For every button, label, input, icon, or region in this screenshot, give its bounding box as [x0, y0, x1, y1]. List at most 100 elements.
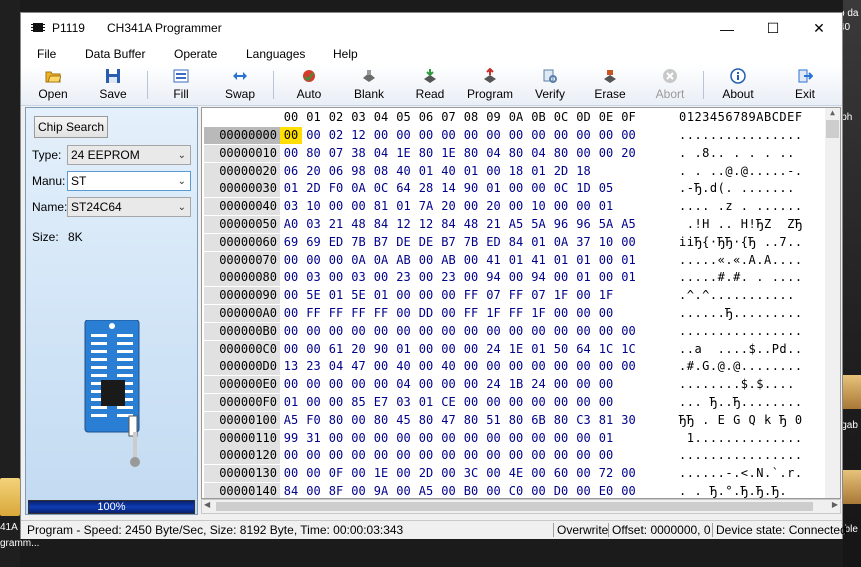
hex-byte[interactable]: 00 — [415, 287, 437, 304]
hex-byte[interactable]: 00 — [483, 163, 505, 180]
hex-byte[interactable]: 99 — [280, 430, 302, 447]
hex-byte[interactable]: 01 — [573, 252, 595, 269]
hex-byte[interactable]: 00 — [303, 127, 325, 144]
hex-byte[interactable]: 96 — [550, 216, 572, 233]
hex-byte[interactable]: 6B — [528, 412, 550, 429]
hex-byte[interactable]: 20 — [438, 198, 460, 215]
hex-byte[interactable]: 61 — [325, 341, 347, 358]
hex-byte[interactable]: 84 — [505, 234, 527, 251]
hex-byte[interactable]: 00 — [280, 305, 302, 322]
exit-button[interactable]: Exit — [777, 65, 833, 105]
hex-byte[interactable]: 0A — [370, 252, 392, 269]
hex-byte[interactable]: A5 — [415, 483, 437, 498]
hex-byte[interactable]: 98 — [348, 163, 370, 180]
hex-byte[interactable]: 80 — [550, 412, 572, 429]
hex-byte[interactable]: 00 — [550, 376, 572, 393]
ascii-cell[interactable]: ЂЂ . E G Q k Ђ 0 — [679, 412, 803, 429]
hex-byte[interactable]: 00 — [393, 287, 415, 304]
hex-byte[interactable]: 00 — [438, 376, 460, 393]
hex-byte[interactable]: 23 — [393, 269, 415, 286]
hex-byte[interactable]: 00 — [348, 483, 370, 498]
scroll-right-icon[interactable]: ▶ — [832, 500, 838, 509]
hex-byte[interactable]: 03 — [348, 269, 370, 286]
hex-byte[interactable]: 0F — [325, 465, 347, 482]
hex-byte[interactable]: 90 — [460, 180, 482, 197]
hex-byte[interactable]: 00 — [370, 376, 392, 393]
hex-byte[interactable]: 00 — [595, 127, 617, 144]
hex-byte[interactable]: 84 — [438, 216, 460, 233]
ascii-cell[interactable]: . .8.. . . . .. — [679, 145, 810, 162]
hex-byte[interactable]: AB — [438, 252, 460, 269]
hex-byte[interactable]: C0 — [505, 483, 527, 498]
hex-byte[interactable]: 00 — [573, 376, 595, 393]
hex-byte[interactable]: 00 — [303, 323, 325, 340]
hex-byte[interactable]: 14 — [438, 180, 460, 197]
hex-byte[interactable]: 10 — [595, 234, 617, 251]
desktop-folder-icon[interactable] — [843, 470, 861, 504]
hex-byte[interactable]: 28 — [415, 180, 437, 197]
hex-byte[interactable]: 0A — [348, 252, 370, 269]
hex-byte[interactable]: B7 — [370, 234, 392, 251]
hex-byte[interactable]: 00 — [460, 323, 482, 340]
ascii-cell[interactable]: . . Ђ.°.Ђ.Ђ.Ђ. — [679, 483, 787, 498]
hex-byte[interactable]: 01 — [595, 198, 617, 215]
hex-byte[interactable]: 04 — [370, 145, 392, 162]
hex-byte[interactable]: 47 — [348, 358, 370, 375]
hex-byte[interactable]: A5 — [618, 216, 640, 233]
hex-byte[interactable]: 1F — [595, 287, 617, 304]
hex-byte[interactable]: 51 — [483, 412, 505, 429]
hex-byte[interactable]: 01 — [280, 394, 302, 411]
menu-help[interactable]: Help — [333, 47, 358, 61]
hex-byte[interactable]: 80 — [303, 145, 325, 162]
ascii-cell[interactable]: .... .z . ...... — [679, 198, 803, 215]
hex-byte[interactable]: 1E — [438, 145, 460, 162]
hex-byte[interactable]: 00 — [415, 252, 437, 269]
hex-byte[interactable]: 41 — [483, 252, 505, 269]
hex-byte[interactable]: FF — [303, 305, 325, 322]
hex-byte[interactable]: 00 — [505, 323, 527, 340]
hex-byte[interactable]: 00 — [460, 447, 482, 464]
hex-byte[interactable]: 00 — [618, 323, 640, 340]
hex-byte[interactable]: 01 — [618, 252, 640, 269]
hex-byte[interactable]: 00 — [348, 323, 370, 340]
hex-byte[interactable]: B0 — [460, 483, 482, 498]
close-button[interactable]: ✕ — [796, 13, 842, 44]
hex-byte[interactable]: 7B — [460, 234, 482, 251]
hex-byte[interactable]: 41 — [528, 252, 550, 269]
hex-byte[interactable]: CE — [438, 394, 460, 411]
hex-byte[interactable]: 01 — [505, 252, 527, 269]
hex-byte[interactable]: 18 — [505, 163, 527, 180]
hex-byte[interactable]: 00 — [505, 269, 527, 286]
hex-byte[interactable]: 5A — [528, 216, 550, 233]
hex-row[interactable]: 00000130 00 00 0F 00 1E 00 2D 00 3C 00 4E 00 60 00 72 00… — [202, 465, 826, 483]
scroll-thumb[interactable] — [826, 120, 839, 138]
hex-row[interactable]: 00000050 A0 03 21 48 84 12 12 84 48 21 A5 5A 96 96 5A A5… — [202, 216, 826, 234]
hex-byte[interactable]: 00 — [348, 412, 370, 429]
hex-byte[interactable]: 00 — [460, 127, 482, 144]
hex-byte[interactable]: FF — [505, 305, 527, 322]
hex-byte[interactable]: 00 — [618, 234, 640, 251]
hex-byte[interactable]: 00 — [460, 394, 482, 411]
hex-byte[interactable]: 80 — [505, 145, 527, 162]
hex-byte[interactable]: 01 — [460, 163, 482, 180]
hex-byte[interactable]: FF — [325, 305, 347, 322]
hex-byte[interactable]: 00 — [505, 358, 527, 375]
hex-byte[interactable]: 00 — [483, 430, 505, 447]
hex-byte[interactable]: 00 — [595, 305, 617, 322]
hex-byte[interactable]: E0 — [595, 483, 617, 498]
minimize-button[interactable]: — — [704, 13, 750, 44]
scroll-left-icon[interactable]: ◀ — [204, 500, 210, 509]
hex-byte[interactable]: 3C — [460, 465, 482, 482]
hex-byte[interactable]: ED — [325, 234, 347, 251]
hex-byte[interactable]: 00 — [393, 305, 415, 322]
hex-byte[interactable]: 1B — [505, 376, 527, 393]
hex-byte[interactable]: 00 — [460, 358, 482, 375]
ascii-cell[interactable]: ................ — [679, 127, 803, 144]
hex-byte[interactable]: 9A — [370, 483, 392, 498]
hex-byte[interactable]: 00 — [370, 269, 392, 286]
hex-byte[interactable]: 0A — [348, 180, 370, 197]
hex-byte[interactable]: 2D — [415, 465, 437, 482]
hex-byte[interactable]: 1E — [393, 145, 415, 162]
hex-byte[interactable]: 00 — [370, 447, 392, 464]
hex-byte[interactable]: 01 — [280, 180, 302, 197]
